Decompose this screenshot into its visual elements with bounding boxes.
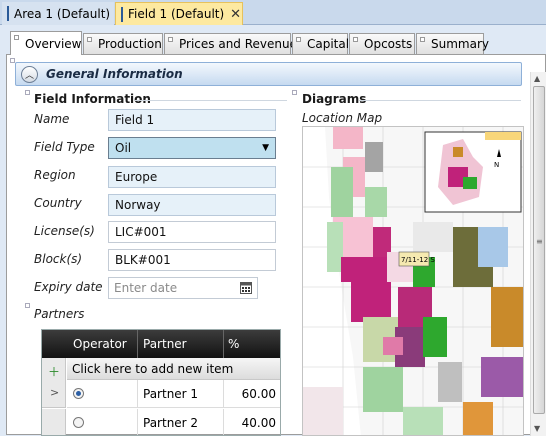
tab-marker bbox=[420, 37, 425, 42]
country-label: Country bbox=[34, 196, 82, 210]
tab-prices-and-revenue[interactable]: Prices and Revenue bbox=[164, 33, 297, 54]
row-indicator[interactable] bbox=[42, 409, 66, 435]
main-tab-bar: Overview Production Prices and Revenue C… bbox=[6, 31, 489, 55]
divider bbox=[137, 330, 138, 358]
add-icon: ＋ bbox=[48, 365, 61, 379]
operator-radio[interactable] bbox=[73, 388, 84, 399]
divider bbox=[223, 330, 224, 358]
percent-cell[interactable]: 40.00 bbox=[242, 416, 276, 430]
doc-tab-label: Field 1 (Default) bbox=[128, 7, 225, 21]
tab-label: Capital bbox=[307, 37, 350, 51]
column-header-partner[interactable]: Partner bbox=[143, 337, 187, 351]
license-field[interactable]: LIC#001 bbox=[108, 221, 276, 243]
license-label: License(s) bbox=[34, 224, 95, 238]
divider bbox=[135, 100, 287, 101]
partner-cell[interactable]: Partner 2 bbox=[143, 416, 198, 430]
document-tab-bar: Area 1 (Default) Field 1 (Default) ✕ bbox=[0, 0, 546, 25]
tab-production[interactable]: Production bbox=[83, 33, 163, 54]
tab-marker bbox=[296, 37, 301, 42]
tab-label: Overview bbox=[25, 36, 82, 51]
expiry-date-label: Expiry date bbox=[34, 280, 103, 294]
percent-cell[interactable]: 60.00 bbox=[242, 387, 276, 401]
dropdown-arrow-icon: ▼ bbox=[262, 143, 269, 153]
tab-marker bbox=[14, 35, 19, 40]
column-header-percent[interactable]: % bbox=[228, 337, 239, 351]
divider bbox=[359, 100, 521, 101]
location-map-image: 7/11-12 S N bbox=[303, 127, 523, 435]
tab-label: Production bbox=[98, 37, 162, 51]
tab-label: Opcosts bbox=[364, 37, 413, 51]
partner-cell[interactable]: Partner 1 bbox=[143, 387, 198, 401]
grip-icon: ≡ bbox=[536, 237, 543, 246]
field-information-title: Field Information bbox=[34, 92, 151, 106]
doc-tab-field-1[interactable]: Field 1 (Default) ✕ bbox=[115, 2, 243, 25]
grid-header: Operator Partner % bbox=[42, 330, 280, 358]
tab-label: Prices and Revenue bbox=[179, 37, 297, 51]
partners-grid: Operator Partner % ＋ Click here to add n… bbox=[41, 329, 281, 436]
vertical-scrollbar[interactable]: ▲ ≡ ▼ bbox=[530, 72, 546, 436]
map-block-label: 7/11-12 S bbox=[401, 256, 435, 264]
block-label: Block(s) bbox=[34, 252, 83, 266]
document-icon bbox=[7, 6, 9, 21]
operator-radio[interactable] bbox=[73, 417, 84, 428]
tab-summary[interactable]: Summary bbox=[416, 33, 489, 54]
tab-capital[interactable]: Capital bbox=[292, 33, 350, 54]
tab-label: Summary bbox=[431, 37, 489, 51]
layout-marker bbox=[25, 90, 30, 95]
region-field[interactable]: Europe bbox=[108, 166, 276, 188]
doc-tab-label: Area 1 (Default) bbox=[14, 6, 111, 21]
table-row[interactable]: Partner 2 40.00 bbox=[67, 409, 280, 435]
location-map-label: Location Map bbox=[302, 111, 383, 125]
divider bbox=[223, 380, 224, 408]
tab-marker bbox=[353, 37, 358, 42]
expiry-date-placeholder: Enter date bbox=[114, 281, 178, 295]
scroll-down-icon[interactable]: ▼ bbox=[534, 424, 540, 433]
name-field[interactable]: Field 1 bbox=[108, 109, 276, 131]
tab-overview[interactable]: Overview bbox=[10, 31, 82, 55]
scrollbar-thumb[interactable]: ≡ bbox=[533, 86, 545, 414]
divider bbox=[223, 409, 224, 435]
row-indicator[interactable]: > bbox=[42, 380, 66, 408]
partners-label: Partners bbox=[34, 307, 85, 321]
field-type-label: Field Type bbox=[34, 140, 95, 154]
tab-opcosts[interactable]: Opcosts bbox=[349, 33, 415, 54]
table-row[interactable]: Partner 1 60.00 bbox=[67, 380, 280, 408]
calendar-icon[interactable] bbox=[240, 282, 252, 294]
section-title: General Information bbox=[46, 67, 183, 81]
divider bbox=[137, 409, 138, 435]
general-information-header[interactable]: ︿ General Information bbox=[15, 62, 522, 86]
expiry-date-input[interactable]: Enter date bbox=[108, 277, 258, 299]
add-row-indicator: ＋ bbox=[42, 358, 66, 380]
scroll-up-icon[interactable]: ▲ bbox=[534, 74, 540, 83]
divider bbox=[137, 380, 138, 408]
layout-marker bbox=[292, 90, 297, 95]
name-label: Name bbox=[34, 112, 70, 126]
svg-text:N: N bbox=[494, 161, 499, 169]
column-header-operator[interactable]: Operator bbox=[73, 337, 127, 351]
country-field[interactable]: Norway bbox=[108, 194, 276, 216]
field-type-value: Oil bbox=[115, 141, 132, 155]
tab-marker bbox=[87, 37, 92, 42]
diagrams-title: Diagrams bbox=[302, 92, 367, 106]
doc-tab-area-1[interactable]: Area 1 (Default) bbox=[2, 2, 114, 25]
close-icon[interactable]: ✕ bbox=[230, 7, 241, 22]
document-icon bbox=[121, 6, 123, 22]
overview-panel: ︿ General Information Field Information … bbox=[6, 54, 546, 436]
layout-marker bbox=[25, 303, 30, 308]
field-type-select[interactable]: Oil ▼ bbox=[108, 137, 276, 159]
collapse-icon[interactable]: ︿ bbox=[21, 65, 38, 83]
current-row-icon: > bbox=[50, 386, 60, 399]
add-new-item-text: Click here to add new item bbox=[72, 362, 234, 376]
add-new-item-row[interactable]: Click here to add new item bbox=[67, 358, 280, 380]
location-map[interactable]: 7/11-12 S N bbox=[302, 126, 524, 436]
block-field[interactable]: BLK#001 bbox=[108, 249, 276, 271]
tab-marker bbox=[168, 37, 173, 42]
region-label: Region bbox=[34, 168, 76, 182]
